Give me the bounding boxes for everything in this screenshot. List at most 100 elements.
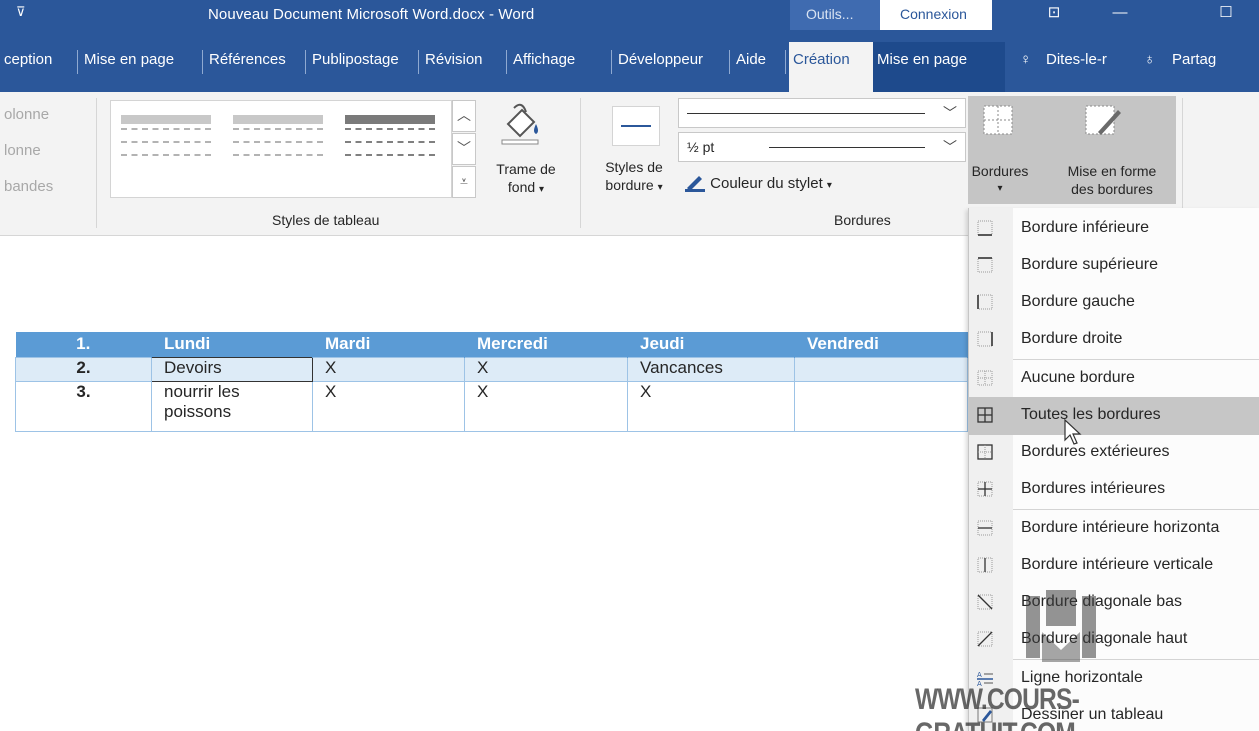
borders-button-label: Bordures ▾ — [968, 162, 1032, 198]
menu-item-inside-vertical-border[interactable]: Bordure intérieure verticale — [969, 547, 1259, 585]
table-cell[interactable]: X — [312, 356, 465, 382]
table-header-cell[interactable]: Jeudi — [627, 332, 795, 357]
table-header-cell[interactable]: 1. — [15, 332, 152, 357]
chevron-down-icon: ﹀ — [943, 139, 957, 155]
no-border-icon — [977, 370, 993, 386]
watermark-text: WWW.COURS-GRATUIT.COM — [915, 683, 1080, 731]
table-cell[interactable]: 2. — [15, 356, 152, 382]
menu-item-label: Bordure supérieure — [1021, 256, 1158, 273]
border-styles-label-1: Styles de — [605, 159, 663, 175]
borders-group-label: Bordures — [834, 212, 891, 228]
menu-item-no-border[interactable]: Aucune bordure — [969, 360, 1259, 398]
line-weight-value: ½ pt — [687, 139, 715, 155]
style-option-last-column[interactable]: lonne — [4, 142, 41, 159]
border-top-icon — [977, 257, 993, 273]
gallery-scroll-down-icon[interactable]: ﹀ — [452, 133, 476, 165]
pen-icon — [685, 176, 705, 192]
pen-color-button[interactable]: Couleur du stylet ▾ — [684, 172, 832, 196]
table-cell[interactable]: nourrir les poissons — [151, 380, 313, 432]
line-weight-select[interactable]: ½ pt ﹀ — [678, 132, 966, 162]
tab-separator — [729, 50, 730, 74]
context-tools-label: Outils... — [790, 0, 880, 30]
menu-item-label: Bordures extérieures — [1021, 443, 1170, 460]
share-button[interactable]: Partag — [1168, 48, 1220, 74]
tab-separator — [418, 50, 419, 74]
style-option-banded-columns[interactable]: bandes — [4, 178, 53, 195]
table-row: 3. nourrir les poissons X X X — [15, 380, 968, 432]
document-table[interactable]: 1. Lundi Mardi Mercredi Jeudi Vendredi 2… — [15, 332, 968, 432]
gallery-more-icon[interactable]: ⩡ — [452, 166, 476, 198]
paint-bucket-icon — [501, 103, 539, 145]
line-style-select[interactable]: ﹀ — [678, 98, 966, 128]
tab-creation[interactable]: Création — [789, 42, 873, 92]
table-cell[interactable]: Vancances — [627, 356, 795, 382]
diagonal-down-border-icon — [977, 594, 993, 610]
menu-item-border-right[interactable]: Bordure droite — [969, 321, 1259, 359]
ribbon-display-options-icon[interactable]: ⊡ — [1024, 0, 1084, 30]
tab-conception[interactable]: ception — [0, 48, 56, 74]
menu-item-diagonal-down-border[interactable]: Bordure diagonale bas — [969, 584, 1259, 622]
table-header-cell[interactable]: Lundi — [151, 332, 313, 357]
line-style-preview — [687, 113, 925, 114]
menu-item-all-borders[interactable]: Toutes les bordures — [969, 397, 1259, 435]
borders-caret-icon: ▾ — [997, 183, 1003, 194]
table-cell[interactable] — [794, 380, 968, 432]
menu-item-inside-horizontal-border[interactable]: Bordure intérieure horizonta — [969, 510, 1259, 548]
border-styles-button[interactable]: Styles de bordure ▾ — [592, 158, 676, 197]
minimize-icon[interactable]: — — [1090, 0, 1150, 30]
shading-button[interactable]: Trame de fond ▾ — [486, 160, 566, 199]
table-header-cell[interactable]: Mardi — [312, 332, 465, 357]
tab-aide[interactable]: Aide — [732, 48, 770, 74]
menu-item-label: Bordure gauche — [1021, 293, 1135, 310]
border-painter-label-1: Mise en forme — [1067, 163, 1157, 179]
border-painter-button[interactable]: Mise en forme des bordures — [1048, 162, 1176, 198]
table-style-2[interactable] — [233, 115, 323, 165]
menu-item-label: Bordure droite — [1021, 330, 1123, 347]
tab-affichage[interactable]: Affichage — [509, 48, 579, 74]
menu-item-diagonal-up-border[interactable]: Bordure diagonale haut — [969, 621, 1259, 659]
table-cell[interactable]: X — [312, 380, 465, 432]
tab-table-mise-en-page[interactable]: Mise en page — [873, 42, 1005, 92]
borders-dropdown-menu: Bordure inférieure Bordure supérieure Bo… — [968, 208, 1259, 731]
borders-grid-icon — [983, 105, 1013, 135]
tab-references[interactable]: Références — [205, 48, 290, 74]
lightbulb-icon: ♀ — [1020, 51, 1032, 68]
tab-separator — [77, 50, 78, 74]
table-cell[interactable] — [794, 356, 968, 382]
menu-item-label: Bordures intérieures — [1021, 480, 1166, 497]
tab-mise-en-page[interactable]: Mise en page — [80, 48, 178, 74]
title-bar: ⊽ Nouveau Document Microsoft Word.docx -… — [0, 0, 1259, 30]
table-style-3[interactable] — [345, 115, 435, 165]
quick-access-chevron-down-icon[interactable]: ⊽ — [16, 4, 26, 20]
menu-item-outside-borders[interactable]: Bordures extérieures — [969, 434, 1259, 472]
tell-me-search[interactable]: Dites-le-r — [1042, 48, 1111, 74]
table-cell[interactable]: X — [627, 380, 795, 432]
table-cell[interactable]: 3. — [15, 380, 152, 432]
table-style-1[interactable] — [121, 115, 211, 165]
table-cell[interactable]: X — [464, 356, 628, 382]
inside-horizontal-border-icon — [977, 520, 993, 536]
diagonal-up-border-icon — [977, 631, 993, 647]
border-bottom-icon — [977, 220, 993, 236]
ribbon-tabs: ception Mise en page Références Publipos… — [0, 30, 1259, 92]
menu-item-inside-borders[interactable]: Bordures intérieures — [969, 471, 1259, 509]
table-cell[interactable]: X — [464, 380, 628, 432]
borders-button-pressed[interactable]: Bordures ▾ Mise en forme des bordures — [968, 96, 1176, 204]
tab-revision[interactable]: Révision — [421, 48, 487, 74]
border-left-icon — [977, 294, 993, 310]
border-styles-label-2: bordure — [605, 177, 654, 193]
table-header-cell[interactable]: Vendredi — [794, 332, 968, 357]
gallery-scroll-up-icon[interactable]: ︿ — [452, 100, 476, 132]
maximize-icon[interactable]: ☐ — [1196, 0, 1256, 30]
menu-item-border-bottom[interactable]: Bordure inférieure — [969, 210, 1259, 248]
tab-publipostage[interactable]: Publipostage — [308, 48, 403, 74]
table-cell-selected[interactable]: Devoirs — [151, 356, 313, 382]
style-option-first-column[interactable]: olonne — [4, 106, 49, 123]
table-header-cell[interactable]: Mercredi — [464, 332, 628, 357]
tab-developpeur[interactable]: Développeur — [614, 48, 707, 74]
menu-item-border-top[interactable]: Bordure supérieure — [969, 247, 1259, 285]
menu-item-label: Bordure inférieure — [1021, 219, 1150, 236]
border-right-icon — [977, 331, 993, 347]
connect-button[interactable]: Connexion — [880, 0, 992, 30]
menu-item-border-left[interactable]: Bordure gauche — [969, 284, 1259, 322]
